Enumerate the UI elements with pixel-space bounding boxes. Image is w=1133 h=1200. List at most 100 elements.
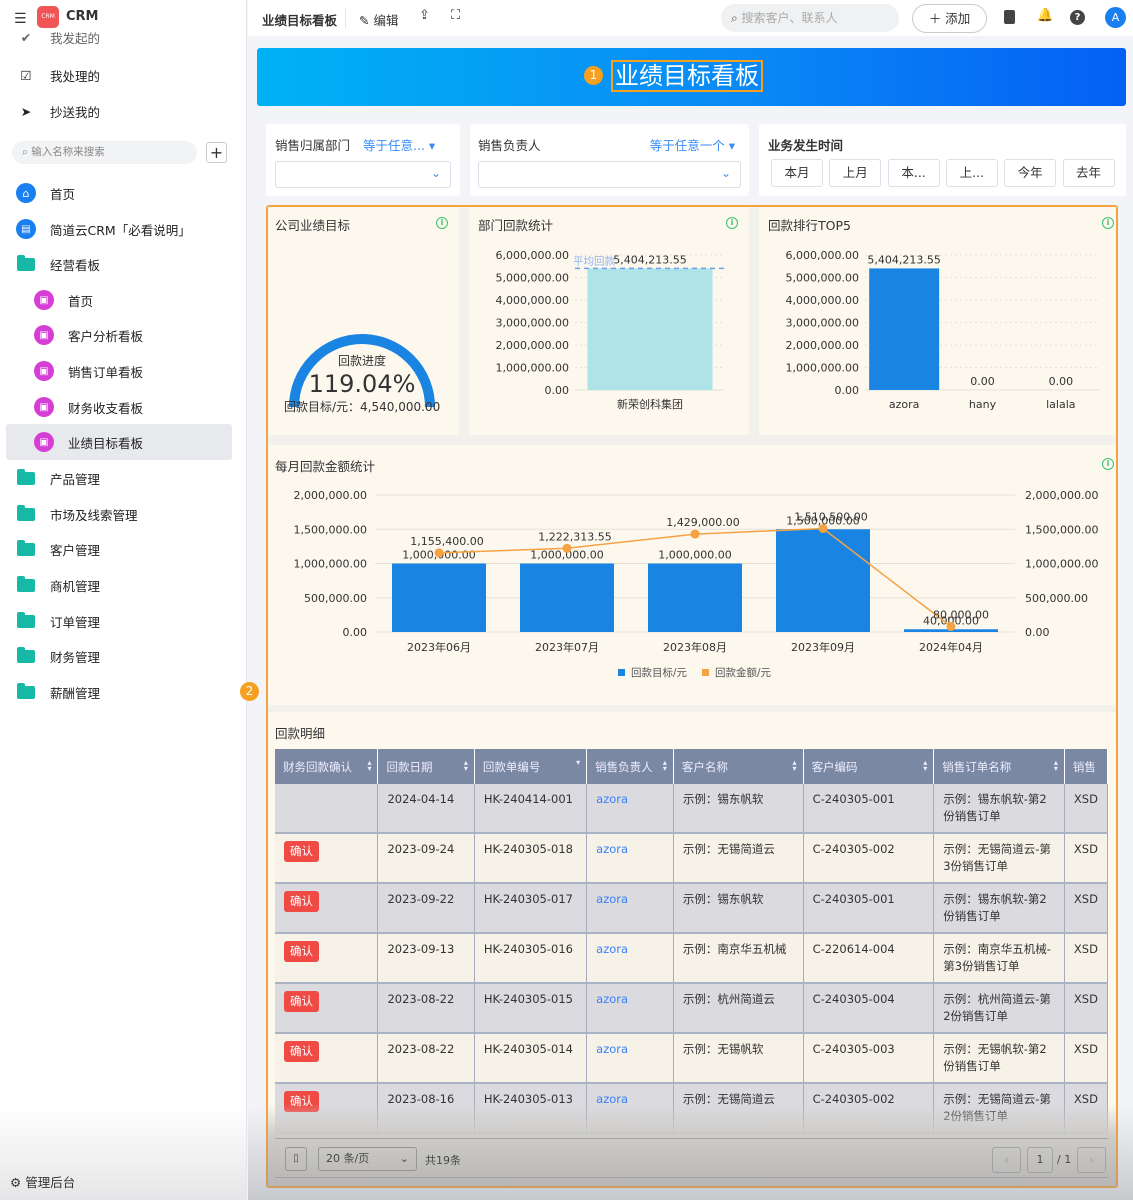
help-icon[interactable]: ? (1070, 10, 1085, 25)
table-row[interactable]: 确认 2023-09-22 HK-240305-017 azora 示例：锡东帆软 C-2… (275, 883, 1108, 934)
owner-select[interactable]: ⌄ (478, 161, 741, 188)
confirm-button[interactable]: 确认 (284, 1041, 319, 1062)
chevron-down-icon: ⌄ (720, 166, 731, 180)
time-range-button[interactable]: 本月 (771, 159, 823, 187)
bell-icon[interactable]: 🔔 (1037, 8, 1053, 23)
sidebar-item[interactable]: ▣ 首页 (34, 285, 93, 315)
owner-link[interactable]: azora (596, 792, 628, 806)
prev-page-button[interactable]: ‹ (992, 1147, 1021, 1173)
table-cell: 示例：锡东帆软-第2份销售订单 (933, 883, 1065, 934)
confirm-button[interactable]: 确认 (284, 991, 319, 1012)
sidebar-item-processed[interactable]: ☑ 我处理的 (16, 60, 100, 90)
column-header[interactable]: 客户名称 ▴ ▾ (673, 749, 804, 784)
sidebar-item[interactable]: 经营看板 (16, 249, 100, 279)
sidebar-item[interactable]: 客户管理 (16, 534, 100, 564)
owner-link[interactable]: azora (596, 1042, 628, 1056)
filter-label: 销售归属部门 (275, 138, 351, 153)
cell-text: 示例：杭州简道云-第2份销售订单 (943, 992, 1051, 1023)
sidebar-item[interactable]: ▣ 财务收支看板 (34, 392, 143, 422)
cell-text: XSD (1073, 892, 1098, 906)
fullscreen-icon[interactable]: ⛶ (451, 8, 460, 23)
column-header[interactable]: 回款日期 ▴ ▾ (377, 749, 475, 784)
confirm-button[interactable]: 确认 (284, 891, 319, 912)
confirm-button[interactable]: 确认 (284, 841, 319, 862)
owner-link[interactable]: azora (596, 942, 628, 956)
sidebar-item[interactable]: 订单管理 (16, 606, 100, 636)
time-range-button[interactable]: 去年 (1062, 159, 1115, 187)
filter-operator[interactable]: 等于任意... ▾ (363, 135, 435, 154)
filter-label: 业务发生时间 (768, 138, 844, 153)
legend-swatch (702, 669, 709, 676)
y-tick-label: 4,000,000.00 (786, 294, 859, 307)
sidebar-item-initiated[interactable]: ✔ 我发起的 (16, 25, 100, 49)
column-header[interactable]: 回款单编号 ▾ (474, 749, 588, 784)
page-size-select[interactable]: 20 条/页 ⌄ (318, 1147, 417, 1171)
table-cell: XSD (1064, 1033, 1108, 1084)
sort-icon[interactable]: ▴ ▾ (793, 759, 797, 773)
sidebar-item[interactable]: 产品管理 (16, 463, 100, 493)
column-header[interactable]: 销售 (1064, 749, 1108, 784)
payment-table-wrap[interactable]: 财务回款确认 ▴ ▾ 回款日期 ▴ ▾ 回款单编号 ▾ 销售负责人 ▴ ▾ 客户名称 ▴ ▾ 客户编码 ▴ ▾ 销… (275, 749, 1108, 1139)
global-search-input[interactable]: ⌕ 搜索客户、联系人 (721, 4, 899, 32)
next-page-button[interactable]: › (1077, 1147, 1106, 1173)
confirm-button[interactable]: 确认 (284, 941, 319, 962)
time-range-button[interactable]: 本... (887, 159, 940, 187)
filter-operator[interactable]: 等于任意一个 ▾ (650, 135, 735, 154)
avatar[interactable]: A (1105, 7, 1126, 28)
column-header[interactable]: 客户编码 ▴ ▾ (803, 749, 935, 784)
table-cell (275, 784, 379, 834)
dashboard-icon: ▣ (34, 397, 54, 417)
dept-select[interactable]: ⌄ (275, 161, 451, 188)
sidebar-item[interactable]: ▣ 业绩目标看板 (6, 424, 232, 460)
sidebar-item[interactable]: ▤ 简道云CRM「必看说明」 (16, 214, 191, 244)
edit-button[interactable]: ✎ 编辑 (359, 10, 398, 29)
table-row[interactable]: 确认 2023-08-22 HK-240305-014 azora 示例：无锡帆软 C-2… (275, 1033, 1108, 1084)
cell-text: 2024-04-14 (387, 792, 455, 806)
sort-icon[interactable]: ▴ ▾ (464, 759, 468, 773)
table-row[interactable]: 确认 2023-08-22 HK-240305-015 azora 示例：杭州简道云 C-… (275, 983, 1108, 1034)
cell-text: 2023-09-24 (387, 842, 455, 856)
table-row[interactable]: 2024-04-14 HK-240414-001 azora 示例：锡东帆软 C-240… (275, 784, 1108, 834)
cell-text: C-240305-002 (812, 842, 895, 856)
owner-link[interactable]: azora (596, 892, 628, 906)
sidebar-item[interactable]: 商机管理 (16, 570, 100, 600)
time-range-button[interactable]: 上月 (829, 159, 882, 187)
check-icon: ✔ (20, 29, 32, 45)
table-row[interactable]: 确认 2023-09-24 HK-240305-018 azora 示例：无锡简道云 C-… (275, 833, 1108, 884)
sidebar-item[interactable]: ▣ 客户分析看板 (34, 320, 143, 350)
column-header[interactable]: 财务回款确认 ▴ ▾ (275, 749, 379, 784)
book-icon[interactable] (1004, 10, 1015, 24)
table-cell: C-240305-001 (803, 883, 935, 934)
add-menu-button[interactable]: + (206, 142, 227, 163)
time-range-button[interactable]: 上... (945, 159, 998, 187)
sidebar-label: 经营看板 (50, 257, 101, 273)
sort-icon[interactable]: ▴ ▾ (663, 759, 667, 773)
sidebar-item[interactable]: ⌂ 首页 (16, 178, 75, 208)
admin-link[interactable]: ⚙ 管理后台 (10, 1172, 75, 1191)
x-tick-label: hany (969, 398, 997, 411)
time-range-button[interactable]: 今年 (1004, 159, 1057, 187)
sidebar-item[interactable]: ▣ 销售订单看板 (34, 356, 143, 386)
share-icon[interactable]: ⇪ (419, 8, 430, 23)
page-number-input[interactable]: 1 (1027, 1147, 1053, 1173)
owner-link[interactable]: azora (596, 842, 628, 856)
sidebar-item[interactable]: 薪酬管理 (16, 677, 100, 707)
sort-icon[interactable]: ▴ ▾ (1054, 759, 1058, 773)
sidebar-search-input[interactable]: ⌕ 输入名称来搜索 (12, 141, 197, 164)
sidebar-item[interactable]: 市场及线索管理 (16, 499, 138, 529)
column-header[interactable]: 销售负责人 ▴ ▾ (586, 749, 674, 784)
owner-link[interactable]: azora (596, 992, 628, 1006)
sidebar-item[interactable]: 财务管理 (16, 641, 100, 671)
table-cell: C-240305-002 (803, 833, 935, 884)
table-row[interactable]: 确认 2023-09-13 HK-240305-016 azora 示例：南京华五机械 C… (275, 933, 1108, 984)
column-toggle-icon[interactable]: ▯ (285, 1147, 307, 1171)
add-button[interactable]: ＋ 添加 (912, 4, 987, 33)
sort-icon[interactable]: ▴ ▾ (923, 759, 927, 773)
sort-icon[interactable]: ▴ ▾ (367, 759, 371, 773)
bar (869, 268, 940, 390)
line-point (946, 622, 956, 632)
sort-icon[interactable]: ▾ (576, 759, 580, 767)
bar-value-label: 5,404,213.55 (613, 253, 686, 266)
column-header[interactable]: 销售订单名称 ▴ ▾ (933, 749, 1065, 784)
sidebar-item-cc[interactable]: ➤ 抄送我的 (16, 96, 100, 126)
